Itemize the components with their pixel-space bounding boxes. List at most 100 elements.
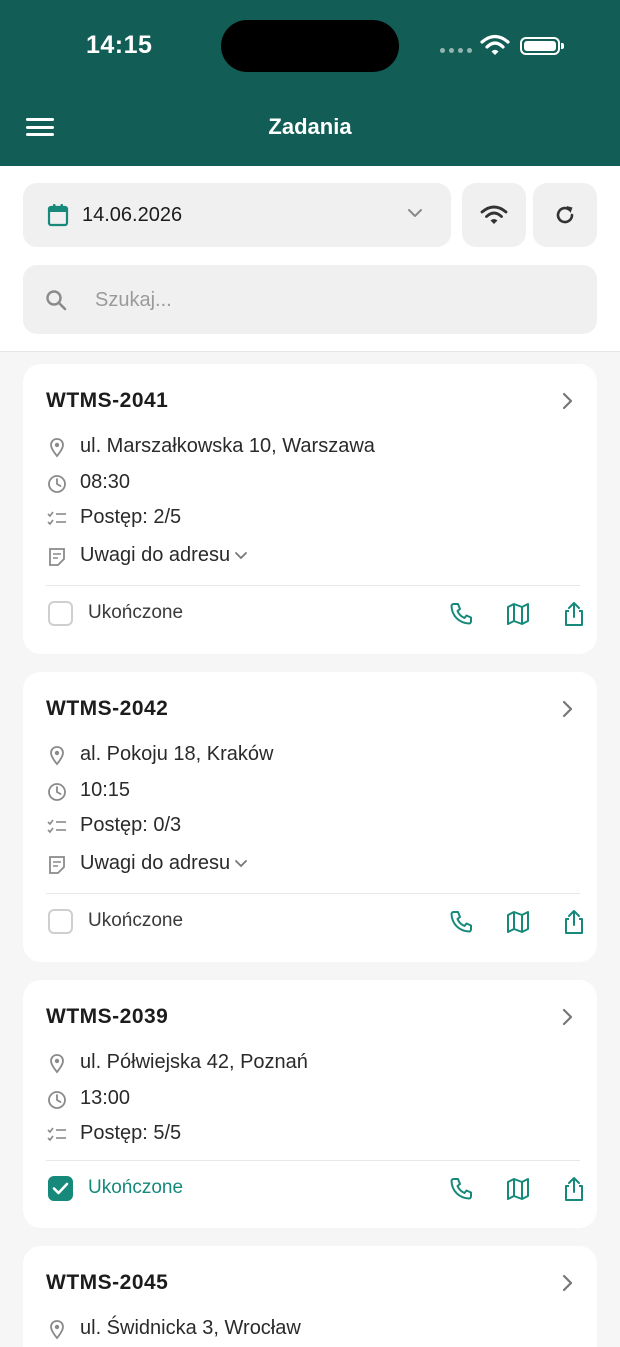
share-button[interactable] [558, 598, 590, 630]
search-input[interactable] [95, 283, 575, 317]
progress-text: Postęp: 0/3 [80, 814, 182, 836]
completed-label: Ukończone [88, 602, 184, 623]
note-icon [49, 548, 65, 566]
phone-icon [450, 911, 472, 933]
time-text: 13:00 [80, 1087, 131, 1109]
share-icon [565, 910, 583, 934]
wifi-sync-button[interactable] [462, 183, 526, 247]
call-button[interactable] [445, 906, 477, 938]
checklist-icon [47, 1127, 66, 1142]
address-text: ul. Marszałkowska 10, Warszawa [80, 435, 375, 457]
divider [46, 893, 580, 894]
dynamic-island [221, 20, 399, 72]
task-progress: Postęp: 2/5 [46, 505, 181, 533]
phone-icon [450, 603, 472, 625]
location-pin-icon [50, 746, 64, 766]
chevron-right-icon[interactable] [561, 1008, 573, 1026]
task-time: 08:30 [46, 470, 130, 498]
share-button[interactable] [558, 1173, 590, 1205]
address-notes-toggle[interactable]: Uwagi do adresu [46, 543, 247, 571]
clock-icon [48, 1091, 66, 1109]
calendar-icon [47, 204, 69, 227]
location-pin-icon [50, 1054, 64, 1074]
task-address: al. Pokoju 18, Kraków [46, 742, 273, 770]
progress-text: Postęp: 5/5 [80, 1122, 182, 1144]
chevron-right-icon[interactable] [561, 1274, 573, 1292]
share-button[interactable] [558, 906, 590, 938]
completed-checkbox[interactable] [48, 601, 73, 626]
page-title: Zadania [268, 114, 352, 139]
date-picker[interactable]: 14.06.2026 [23, 183, 451, 247]
map-icon [507, 603, 529, 625]
checklist-icon [47, 819, 66, 834]
task-address: ul. Świdnicka 3, Wrocław [46, 1316, 301, 1344]
task-id: WTMS-2041 [46, 389, 169, 412]
task-progress: Postęp: 5/5 [46, 1121, 181, 1149]
call-button[interactable] [445, 598, 477, 630]
task-card[interactable]: WTMS-2039 ul. Półwiejska 42, Poznań 13:0… [23, 980, 597, 1228]
task-time: 13:00 [46, 1086, 130, 1114]
progress-text: Postęp: 2/5 [80, 506, 182, 528]
share-icon [565, 602, 583, 626]
task-progress: Postęp: 0/3 [46, 813, 181, 841]
wifi-status-icon [480, 34, 510, 55]
checklist-icon [47, 511, 66, 526]
chevron-right-icon[interactable] [561, 392, 573, 410]
selected-date: 14.06.2026 [82, 204, 183, 226]
chevron-right-icon[interactable] [561, 700, 573, 718]
address-text: ul. Świdnicka 3, Wrocław [80, 1317, 301, 1339]
completed-checkbox[interactable] [48, 909, 73, 934]
task-time: 10:15 [46, 778, 130, 806]
task-id: WTMS-2039 [46, 1005, 169, 1028]
map-button[interactable] [502, 906, 534, 938]
location-pin-icon [50, 1320, 64, 1340]
map-button[interactable] [502, 598, 534, 630]
chevron-down-icon [235, 859, 247, 867]
search-bar [23, 265, 597, 334]
battery-icon [520, 37, 564, 55]
map-icon [507, 1178, 529, 1200]
refresh-button[interactable] [533, 183, 597, 247]
time-text: 08:30 [80, 471, 131, 493]
address-text: ul. Półwiejska 42, Poznań [80, 1051, 308, 1073]
task-card[interactable]: WTMS-2041 ul. Marszałkowska 10, Warszawa… [23, 364, 597, 654]
task-id: WTMS-2042 [46, 697, 169, 720]
checkmark-icon [52, 1182, 69, 1195]
divider [46, 1160, 580, 1161]
task-card[interactable]: WTMS-2045 ul. Świdnicka 3, Wrocław [23, 1246, 597, 1347]
search-icon [46, 290, 67, 311]
completed-label: Ukończone [88, 910, 184, 931]
address-text: al. Pokoju 18, Kraków [80, 743, 274, 765]
time-text: 10:15 [80, 779, 131, 801]
task-footer: Ukończone [46, 594, 583, 634]
cellular-signal-icon [440, 48, 472, 53]
task-footer: Ukończone [46, 902, 583, 942]
notes-label: Uwagi do adresu [80, 852, 231, 874]
app-header: 14:15 Zadania [0, 0, 620, 166]
task-footer: Ukończone [46, 1169, 583, 1209]
notes-label: Uwagi do adresu [80, 544, 231, 566]
location-pin-icon [50, 438, 64, 458]
task-card[interactable]: WTMS-2042 al. Pokoju 18, Kraków 10:15 Po… [23, 672, 597, 962]
divider [46, 585, 580, 586]
task-address: ul. Marszałkowska 10, Warszawa [46, 434, 375, 462]
status-bar-time: 14:15 [86, 31, 153, 59]
wifi-icon [480, 205, 508, 224]
completed-label: Ukończone [88, 1177, 184, 1198]
toolbar: 14.06.2026 [0, 166, 620, 352]
chevron-down-icon [408, 209, 422, 217]
map-icon [507, 911, 529, 933]
refresh-icon [556, 206, 574, 224]
clock-icon [48, 475, 66, 493]
clock-icon [48, 783, 66, 801]
map-button[interactable] [502, 1173, 534, 1205]
note-icon [49, 856, 65, 874]
share-icon [565, 1177, 583, 1201]
task-address: ul. Półwiejska 42, Poznań [46, 1050, 308, 1078]
task-id: WTMS-2045 [46, 1271, 169, 1294]
phone-icon [450, 1178, 472, 1200]
completed-checkbox[interactable] [48, 1176, 73, 1201]
address-notes-toggle[interactable]: Uwagi do adresu [46, 851, 247, 879]
call-button[interactable] [445, 1173, 477, 1205]
chevron-down-icon [235, 551, 247, 559]
